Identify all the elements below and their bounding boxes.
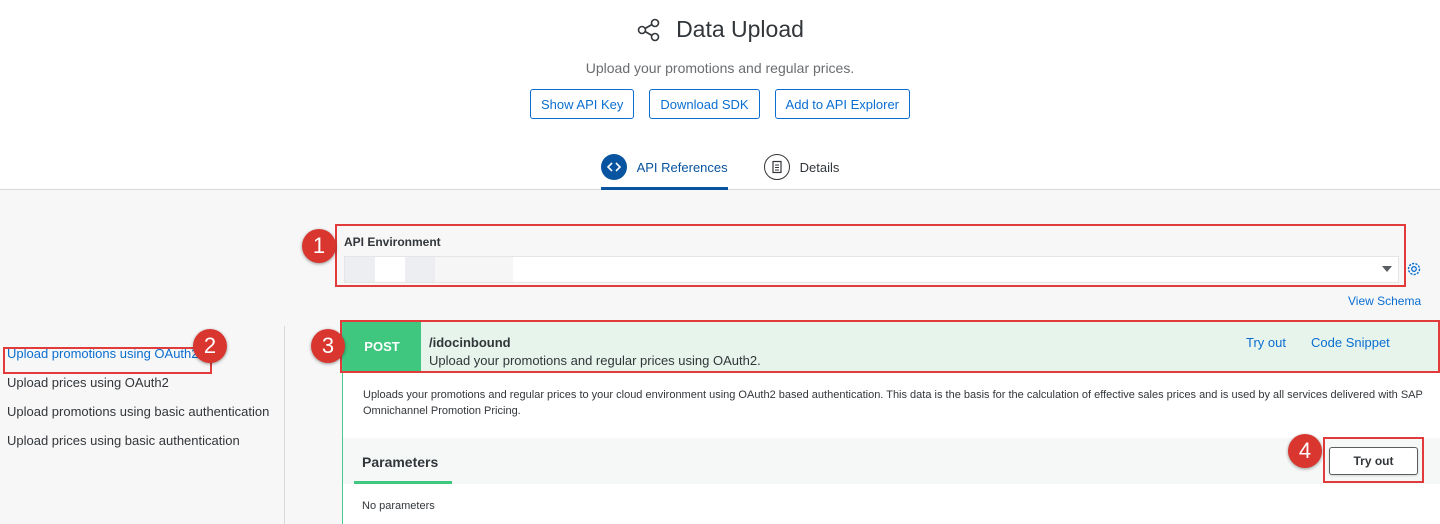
tab-bar: API References Details	[0, 153, 1440, 190]
download-sdk-button[interactable]: Download SDK	[649, 89, 760, 119]
parameters-bar: Parameters	[343, 438, 1440, 484]
redacted-value	[435, 257, 513, 282]
parameters-tab-indicator	[354, 481, 452, 484]
api-environment-select[interactable]	[344, 256, 1399, 283]
code-snippet-link[interactable]: Code Snippet	[1311, 335, 1390, 350]
sidebar-item-upload-promotions-oauth2[interactable]: Upload promotions using OAuth2	[0, 344, 284, 363]
operation-path: /idocinbound	[429, 335, 511, 350]
share-icon	[637, 18, 660, 41]
operation-summary: Upload your promotions and regular price…	[429, 353, 761, 368]
try-out-link[interactable]: Try out	[1246, 335, 1286, 350]
view-schema-link[interactable]: View Schema	[1348, 294, 1421, 308]
tab-label: Details	[799, 159, 840, 175]
sidebar-divider	[284, 326, 285, 524]
page-subtitle: Upload your promotions and regular price…	[585, 60, 855, 76]
operation-header[interactable]: POST /idocinbound Upload your promotions…	[343, 322, 1440, 371]
step-marker-4: 4	[1288, 434, 1322, 468]
method-badge: POST	[343, 322, 421, 371]
step-marker-1: 1	[302, 229, 336, 263]
header-actions: Show API Key Download SDK Add to API Exp…	[0, 89, 1440, 119]
code-icon	[600, 154, 627, 180]
redacted-value	[405, 257, 435, 282]
sidebar-item-upload-promotions-basic[interactable]: Upload promotions using basic authentica…	[0, 402, 284, 421]
tab-details[interactable]: Details	[763, 153, 840, 190]
step-marker-2: 2	[193, 329, 227, 363]
try-out-button[interactable]: Try out	[1329, 447, 1418, 475]
tab-api-references[interactable]: API References	[600, 153, 728, 190]
dropdown-arrow-icon	[1382, 266, 1392, 272]
title-row: Data Upload	[0, 16, 1440, 43]
gear-icon[interactable]	[1405, 260, 1423, 278]
add-to-api-explorer-button[interactable]: Add to API Explorer	[774, 89, 910, 119]
no-parameters-text: No parameters	[362, 500, 435, 512]
step-marker-3: 3	[311, 329, 345, 363]
page-header: Data Upload Upload your promotions and r…	[0, 0, 1440, 190]
document-icon	[763, 154, 790, 180]
sidebar-item-upload-prices-oauth2[interactable]: Upload prices using OAuth2	[0, 373, 284, 392]
sidebar-item-upload-prices-basic[interactable]: Upload prices using basic authentication	[0, 431, 284, 450]
parameters-title: Parameters	[362, 454, 439, 470]
operation-description: Uploads your promotions and regular pric…	[363, 389, 1423, 417]
redacted-value	[345, 257, 375, 282]
sidebar: Upload promotions using OAuth2 Upload pr…	[0, 344, 284, 460]
tab-label: API References	[636, 159, 728, 175]
show-api-key-button[interactable]: Show API Key	[530, 89, 635, 119]
api-environment-label: API Environment	[344, 235, 441, 249]
operation-panel: POST /idocinbound Upload your promotions…	[342, 321, 1440, 524]
page-title: Data Upload	[676, 16, 804, 42]
